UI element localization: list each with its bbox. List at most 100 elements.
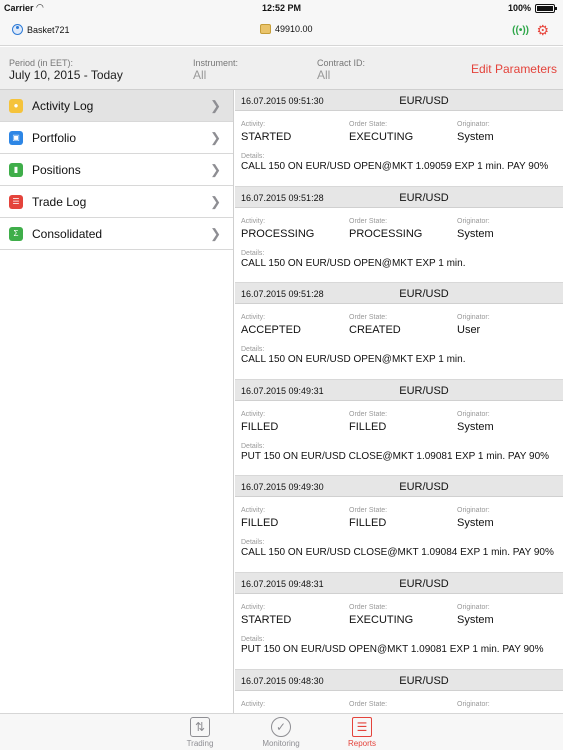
chevron-right-icon: ❯ xyxy=(210,226,221,241)
log-entry[interactable]: 16.07.2015 09:49:31 EUR/USD Activity: FILLE… xyxy=(235,379,563,477)
log-entry[interactable]: 16.07.2015 09:51:30 EUR/USD Activity: START… xyxy=(235,90,563,187)
entry-instrument: EUR/USD xyxy=(399,674,449,687)
sidebar-item-consolidated[interactable]: Σ Consolidated ❯ xyxy=(0,218,233,250)
tab-trading[interactable]: ⇅ Trading xyxy=(170,717,230,748)
entry-instrument: EUR/USD xyxy=(399,288,449,301)
trading-icon: ⇅ xyxy=(190,717,210,737)
sidebar-item-label: Activity Log xyxy=(32,98,94,113)
log-entry-header: 16.07.2015 09:49:31 EUR/USD xyxy=(235,379,563,401)
signal-icon[interactable]: ((•)) xyxy=(512,25,529,36)
period-label: Period (in EET): xyxy=(9,58,74,68)
order-state-value: FILLED xyxy=(349,517,387,530)
details-label: Details: xyxy=(241,442,265,450)
sidebar-item-portfolio[interactable]: ▣ Portfolio ❯ xyxy=(0,122,233,154)
contract-label: Contract ID: xyxy=(317,58,366,68)
order-state-value: PROCESSING xyxy=(349,227,423,240)
sidebar-item-label: Trade Log xyxy=(32,194,87,209)
activity-log-list[interactable]: 16.07.2015 09:51:30 EUR/USD Activity: START… xyxy=(235,90,563,713)
status-bar: Carrier ◠ 12:52 PM 100% xyxy=(0,0,563,16)
details-value: PUT 150 ON EUR/USD OPEN@MKT 1.09081 EXP … xyxy=(241,643,544,655)
activity-log-icon: ● xyxy=(9,98,23,113)
monitoring-icon: ✓ xyxy=(271,717,291,737)
details-label: Details: xyxy=(241,346,265,354)
account-name: Basket721 xyxy=(27,24,70,35)
originator-value: System xyxy=(457,517,494,530)
details-label: Details: xyxy=(241,635,265,643)
order-state-value: EXECUTING xyxy=(349,613,414,626)
originator-label: Originator: xyxy=(457,121,490,128)
entry-instrument: EUR/USD xyxy=(399,191,449,204)
log-entry[interactable]: 16.07.2015 09:51:28 EUR/USD Activity: ACCEP… xyxy=(235,283,563,380)
chevron-right-icon: ❯ xyxy=(210,98,221,113)
originator-value: System xyxy=(457,613,494,626)
chevron-right-icon: ❯ xyxy=(210,130,221,145)
originator-label: Originator: xyxy=(457,603,490,611)
tab-monitoring[interactable]: ✓ Monitoring xyxy=(251,717,311,748)
activity-value: STARTED xyxy=(241,613,292,626)
details-label: Details: xyxy=(241,539,265,547)
activity-value: ACCEPTED xyxy=(241,324,301,337)
filter-bar: Period (in EET): July 10, 2015 - Today I… xyxy=(0,47,563,90)
sidebar-item-label: Positions xyxy=(32,162,81,177)
details-label: Details: xyxy=(241,153,265,160)
order-state-label: Order State: xyxy=(349,121,388,128)
order-state-label: Order State: xyxy=(349,507,388,515)
order-state-label: Order State: xyxy=(349,700,388,708)
trade-log-icon: ☰ xyxy=(9,194,23,209)
entry-instrument: EUR/USD xyxy=(399,384,449,397)
tab-bar: ⇅ Trading ✓ Monitoring ☰ Reports xyxy=(0,713,563,750)
activity-label: Activity: xyxy=(241,507,266,515)
entry-instrument: EUR/USD xyxy=(399,577,449,590)
portfolio-icon: ▣ xyxy=(9,130,23,145)
originator-value: System xyxy=(457,131,494,143)
activity-label: Activity: xyxy=(241,121,266,128)
originator-value: User xyxy=(457,324,481,337)
details-value: CALL 150 ON EUR/USD OPEN@MKT EXP 1 min. xyxy=(241,354,466,366)
clock: 12:52 PM xyxy=(261,3,302,13)
log-entry[interactable]: 16.07.2015 09:48:30 EUR/USD Activity: Order… xyxy=(235,669,563,713)
log-entry[interactable]: 16.07.2015 09:51:28 EUR/USD Activity: PROCE… xyxy=(235,186,563,284)
originator-label: Originator: xyxy=(457,700,490,708)
log-entry[interactable]: 16.07.2015 09:48:31 EUR/USD Activity: START… xyxy=(235,572,563,670)
details-value: PUT 150 ON EUR/USD CLOSE@MKT 1.09081 EXP… xyxy=(241,450,550,462)
account-bar: Basket721 49910.00 ((•)) ⚙ xyxy=(0,16,563,46)
order-state-value: EXECUTING xyxy=(349,131,414,143)
details-value: CALL 150 ON EUR/USD OPEN@MKT EXP 1 min. xyxy=(241,257,466,269)
sidebar-item-activity-log[interactable]: ● Activity Log ❯ xyxy=(0,90,233,122)
account-button[interactable]: Basket721 xyxy=(12,24,70,35)
chevron-right-icon: ❯ xyxy=(210,194,221,209)
log-entry[interactable]: 16.07.2015 09:49:30 EUR/USD Activity: FILLE… xyxy=(235,476,563,573)
log-entry-header: 16.07.2015 09:49:30 EUR/USD xyxy=(235,476,563,498)
entry-instrument: EUR/USD xyxy=(399,481,449,494)
activity-label: Activity: xyxy=(241,314,266,322)
balance-value: 49910.00 xyxy=(275,24,313,34)
edit-parameters-button[interactable]: Edit Parameters xyxy=(471,62,557,76)
tab-reports[interactable]: ☰ Reports xyxy=(332,717,392,748)
details-label: Details: xyxy=(241,249,265,257)
originator-label: Originator: xyxy=(457,314,490,322)
details-value: CALL 150 ON EUR/USD OPEN@MKT 1.09059 EXP… xyxy=(241,161,549,172)
activity-label: Activity: xyxy=(241,700,266,708)
coins-icon xyxy=(260,24,271,34)
order-state-value: FILLED xyxy=(349,420,387,433)
log-entry-header: 16.07.2015 09:48:31 EUR/USD xyxy=(235,572,563,594)
originator-label: Originator: xyxy=(457,410,490,418)
sidebar-item-trade-log[interactable]: ☰ Trade Log ❯ xyxy=(0,186,233,218)
order-state-label: Order State: xyxy=(349,410,388,418)
battery-percent: 100% xyxy=(507,3,531,13)
gear-icon[interactable]: ⚙ xyxy=(536,22,549,39)
activity-label: Activity: xyxy=(241,217,266,225)
originator-label: Originator: xyxy=(457,507,490,515)
contract-value: All xyxy=(317,68,331,82)
sidebar-item-label: Portfolio xyxy=(32,130,77,145)
details-value: CALL 150 ON EUR/USD CLOSE@MKT 1.09084 EX… xyxy=(241,547,554,559)
tab-label: Trading xyxy=(186,739,214,748)
log-entry-header: 16.07.2015 09:51:28 EUR/USD xyxy=(235,283,563,305)
tab-label: Reports xyxy=(347,739,376,748)
balance-display: 49910.00 xyxy=(260,24,313,34)
sidebar-item-positions[interactable]: ▮ Positions ❯ xyxy=(0,154,233,186)
battery-fill xyxy=(537,6,553,11)
user-icon xyxy=(12,24,23,35)
instrument-value: All xyxy=(193,68,207,82)
positions-icon: ▮ xyxy=(9,162,23,177)
